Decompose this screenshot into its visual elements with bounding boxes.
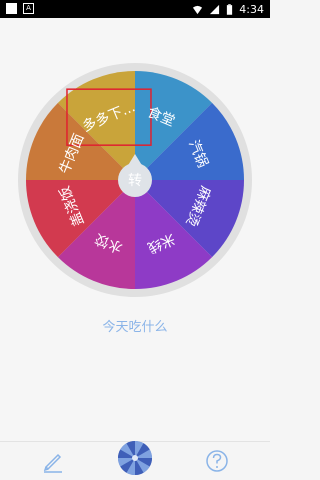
spin-label[interactable]: 转	[128, 173, 142, 189]
question-icon	[206, 450, 228, 472]
spin-wheel[interactable]: 多多下... 食堂 汽锅 麻辣烫 米线 水饺 盖浇饭 牛肉面转	[18, 63, 252, 297]
bottom-tab-bar	[0, 441, 270, 480]
help-button[interactable]	[202, 446, 232, 476]
square-icon	[6, 3, 17, 14]
mini-wheel-hub	[132, 455, 138, 461]
wheel-icon	[118, 441, 152, 475]
status-time: 4:34	[239, 3, 264, 16]
battery-icon	[227, 4, 233, 15]
prompt-text: 今天吃什么	[102, 320, 168, 335]
signal-icon	[210, 4, 220, 15]
wheel-graphic[interactable]: 多多下... 食堂汽锅麻辣烫米线水饺盖浇饭牛肉面转	[18, 63, 252, 297]
main-content: 多多下... 食堂 汽锅 麻辣烫 米线 水饺 盖浇饭 牛肉面转 今天吃什么	[0, 18, 270, 441]
edit-button[interactable]	[38, 446, 68, 476]
a-badge-icon: A	[23, 3, 34, 14]
wifi-icon	[193, 5, 203, 15]
pencil-icon	[43, 453, 62, 473]
spin-tab-button[interactable]	[117, 440, 153, 476]
status-bar: A 4:34	[0, 0, 270, 18]
